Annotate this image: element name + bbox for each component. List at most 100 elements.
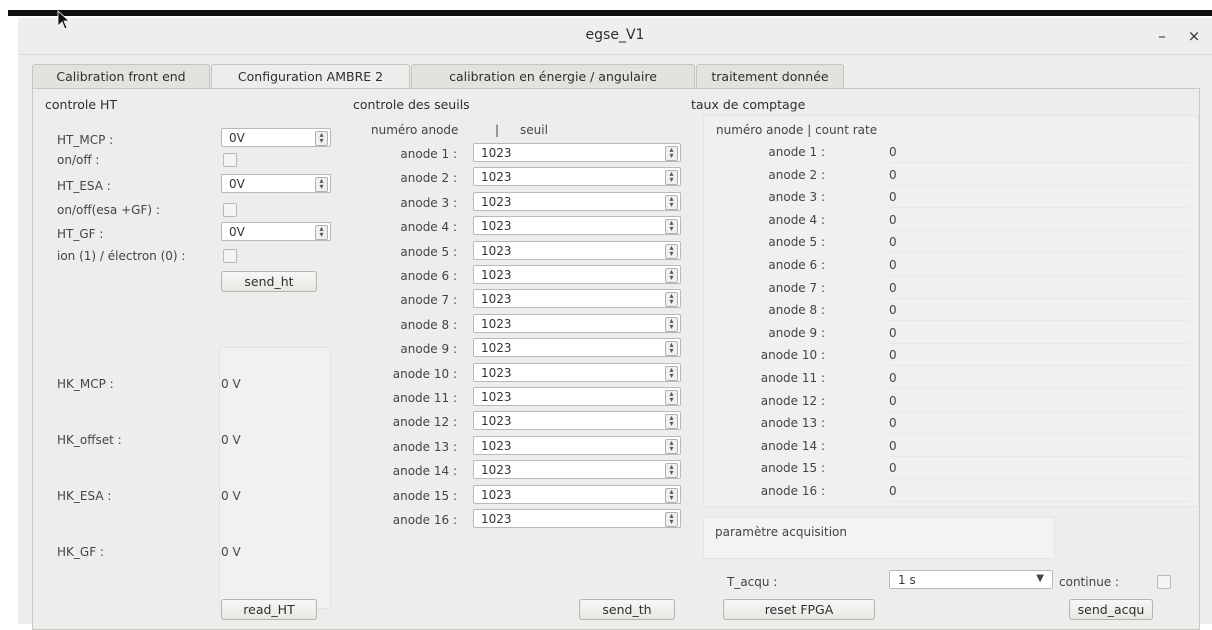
seuil-anode-spinbox[interactable]: 1023 ▴ ▾ [473,362,681,382]
send-ht-button[interactable]: send_ht [221,271,317,292]
on-off-checkbox[interactable] [223,153,237,167]
hk-offset-label: HK_offset : [57,433,122,447]
seuils-header-seuil: seuil [520,123,548,137]
spin-arrows-icon[interactable]: ▴ ▾ [665,194,678,210]
count-rate-value: 0 [889,145,897,159]
on-off-esa-gf-checkbox[interactable] [223,203,237,217]
seuil-anode-label: anode 1 : [400,147,457,161]
seuil-anode-spinbox[interactable]: 1023 ▴ ▾ [473,411,681,431]
count-rate-value: 0 [889,325,897,340]
seuil-anode-label: anode 7 : [400,293,457,308]
seuil-anode-spinbox[interactable]: 1023 ▴ ▾ [473,509,681,528]
chevron-down-icon: ▼ [1036,573,1044,584]
minimize-icon[interactable]: – [1152,26,1172,46]
row-divider [889,433,1189,435]
spin-arrows-icon[interactable]: ▴ ▾ [315,225,328,240]
count-rate-value: 0 [889,212,897,227]
row-divider [889,478,1189,480]
spin-arrows-icon[interactable]: ▴ ▾ [665,170,678,186]
ht-mcp-spinbox[interactable]: 0V ▴ ▾ [221,128,331,147]
tab-calibration-energie-angulaire[interactable]: calibration en énergie / angulaire [411,64,695,88]
row-divider [889,229,1189,231]
spin-arrows-icon[interactable]: ▴ ▾ [665,316,678,332]
spin-arrows-icon[interactable]: ▴ ▾ [665,487,678,503]
reset-fpga-button[interactable]: reset FPGA [723,599,875,620]
tab-configuration-ambre-2[interactable]: Configuration AMBRE 2 [211,64,410,89]
row-divider [889,207,1189,209]
spin-arrows-icon[interactable]: ▴ ▾ [665,512,678,527]
row-divider [889,162,1189,163]
spin-arrows-icon[interactable]: ▴ ▾ [665,341,678,357]
spin-arrows-icon[interactable]: ▴ ▾ [315,177,328,192]
row-divider [889,184,1189,186]
send-acqu-button[interactable]: send_acqu [1069,599,1153,620]
seuil-anode-spinbox[interactable]: 1023 ▴ ▾ [473,289,681,309]
row-divider [889,342,1189,344]
ion-electron-label: ion (1) / électron (0) : [57,249,186,263]
params-title: paramètre acquisition [715,525,847,539]
hk-offset-value: 0 V [221,433,241,447]
ht-esa-spinbox[interactable]: 0V ▴ ▾ [221,174,331,193]
spin-arrows-icon[interactable]: ▴ ▾ [665,390,678,405]
seuil-anode-label: anode 3 : [400,195,457,210]
spin-arrows-icon[interactable]: ▴ ▾ [665,463,678,479]
ht-gf-spinbox[interactable]: 0V ▴ ▾ [221,222,331,241]
seuils-header-anode: numéro anode [371,123,459,137]
seuil-anode-spinbox[interactable]: 1023 ▴ ▾ [473,338,681,358]
seuil-anode-label: anode 12 : [392,415,457,430]
on-off-esa-gf-label: on/off(esa +GF) : [57,203,160,217]
row-divider [889,252,1189,254]
mouse-pointer-icon [57,10,71,30]
count-rate-value: 0 [889,371,897,385]
seuil-anode-spinbox[interactable]: 1023 ▴ ▾ [473,167,681,187]
row-divider [889,275,1189,276]
seuil-anode-label: anode 11 : [392,391,457,405]
count-rate-value: 0 [889,416,897,431]
ion-electron-checkbox[interactable] [223,249,237,263]
spin-arrows-icon[interactable]: ▴ ▾ [665,414,678,430]
spin-arrows-icon[interactable]: ▴ ▾ [665,292,678,308]
row-divider [889,388,1189,389]
spin-arrows-icon[interactable]: ▴ ▾ [665,438,678,454]
screen-top-edge [0,0,1212,16]
spin-arrows-icon[interactable]: ▴ ▾ [665,219,678,235]
spin-arrows-icon[interactable]: ▴ ▾ [315,131,328,146]
tacqu-select[interactable]: 1 s ▼ [889,570,1053,589]
seuil-anode-spinbox[interactable]: 1023 ▴ ▾ [473,484,681,504]
spin-arrows-icon[interactable]: ▴ ▾ [665,243,678,259]
configuration-panel: controle HT HT_MCP : 0V ▴ ▾ on/off : HT_ES… [32,88,1200,630]
seuils-header-separator: | [495,123,500,137]
seuil-anode-label: anode 5 : [400,244,457,259]
read-ht-button[interactable]: read_HT [221,599,317,620]
close-icon[interactable]: × [1184,26,1204,46]
send-th-button[interactable]: send_th [579,599,675,620]
tab-calibration-front-end[interactable]: Calibration front end [32,64,210,88]
seuil-anode-spinbox[interactable]: 1023 ▴ ▾ [473,387,681,406]
row-divider [889,297,1189,299]
spin-arrows-icon[interactable]: ▴ ▾ [665,146,678,161]
seuils-section-title: controle des seuils [353,97,470,112]
comptage-header: numéro anode | count rate [716,123,878,137]
count-rate-value: 0 [889,461,897,476]
seuil-anode-spinbox[interactable]: 1023 ▴ ▾ [473,216,681,236]
seuil-anode-spinbox[interactable]: 1023 ▴ ▾ [473,435,681,455]
tab-traitement-donnee[interactable]: traitement donnée [696,64,844,88]
count-rate-anode-label: anode 14 : [760,438,825,453]
title-bar: egse_V1 – × [18,18,1212,55]
seuil-anode-spinbox[interactable]: 1023 ▴ ▾ [473,460,681,480]
spin-arrows-icon[interactable]: ▴ ▾ [665,365,678,381]
hk-gf-value: 0 V [221,545,241,559]
count-rate-anode-label: anode 15 : [760,461,825,476]
seuil-anode-spinbox[interactable]: 1023 ▴ ▾ [473,143,681,162]
seuil-anode-spinbox[interactable]: 1023 ▴ ▾ [473,313,681,333]
seuil-anode-spinbox[interactable]: 1023 ▴ ▾ [473,191,681,211]
count-rate-anode-label: anode 8 : [768,303,825,318]
count-rate-anode-label: anode 3 : [768,190,825,205]
continue-checkbox[interactable] [1157,575,1171,589]
spin-arrows-icon[interactable]: ▴ ▾ [665,268,678,283]
count-rate-anode-label: anode 2 : [768,167,825,182]
count-rate-value: 0 [889,348,897,363]
seuil-anode-spinbox[interactable]: 1023 ▴ ▾ [473,265,681,284]
seuil-anode-spinbox[interactable]: 1023 ▴ ▾ [473,240,681,260]
row-divider [889,455,1189,457]
